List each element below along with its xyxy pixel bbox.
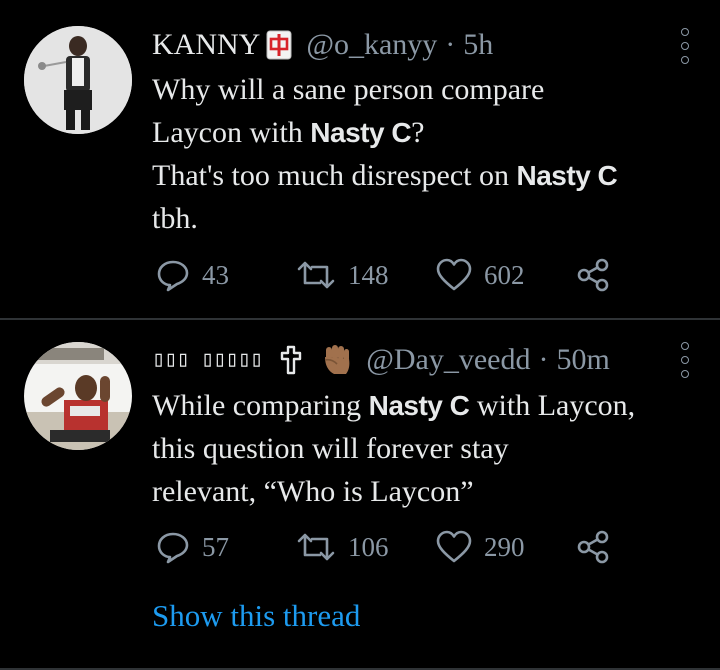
timestamp[interactable]: 5h — [463, 27, 493, 63]
show-thread-link[interactable]: Show this thread — [152, 598, 360, 634]
retweet-count: 148 — [348, 259, 389, 290]
like-count: 290 — [484, 531, 525, 562]
more-options-icon[interactable] — [680, 28, 690, 64]
reply-button[interactable]: 43 — [156, 258, 229, 292]
tweet-card[interactable]: KANNY @o_kanyy · 5h Why will a sane pers… — [0, 0, 720, 318]
reply-bubble-icon — [157, 532, 189, 564]
retweet-arrows-icon — [297, 261, 335, 289]
like-button[interactable]: 602 — [436, 258, 525, 292]
timestamp[interactable]: 50m — [556, 342, 609, 378]
share-nodes-icon — [577, 530, 609, 564]
display-name[interactable]: ▯▯▯ ▯▯▯▯▯ — [152, 342, 263, 378]
avatar[interactable] — [24, 342, 132, 450]
display-name[interactable]: KANNY — [152, 27, 260, 63]
text-segment: with Laycon, — [469, 389, 636, 422]
latin-cross-icon — [280, 345, 302, 375]
text-segment: this question will forever stay — [152, 432, 509, 465]
tweet-text-line: Laycon with Nasty C? — [152, 111, 712, 154]
highlighted-term[interactable]: Nasty C — [369, 390, 470, 421]
tweet-actions: 43 148 602 — [156, 258, 626, 298]
tweet-text-line: That's too much disrespect on Nasty C — [152, 154, 712, 197]
tweet-actions: 57 106 290 — [156, 530, 626, 570]
retweet-count: 106 — [348, 531, 389, 562]
heart-outline-icon — [436, 258, 472, 291]
tweet-text: While comparing Nasty C with Laycon, this… — [152, 384, 712, 513]
like-button[interactable]: 290 — [436, 530, 525, 564]
reply-count: 43 — [202, 259, 229, 290]
share-nodes-icon — [577, 258, 609, 292]
tweet-text-line: While comparing Nasty C with Laycon, — [152, 384, 712, 427]
tweet-text: Why will a sane person compare Laycon wit… — [152, 68, 712, 240]
reply-bubble-icon — [157, 260, 189, 292]
user-handle[interactable]: @o_kanyy — [306, 27, 437, 63]
reply-count: 57 — [202, 531, 229, 562]
text-segment: relevant, “Who is Laycon” — [152, 475, 474, 508]
retweet-arrows-icon — [297, 533, 335, 561]
retweet-button[interactable]: 148 — [296, 258, 389, 292]
tweet-text-line: Why will a sane person compare — [152, 68, 712, 111]
avatar-photo — [24, 342, 132, 450]
heart-outline-icon — [436, 530, 472, 563]
more-options-icon[interactable] — [680, 342, 690, 378]
retweet-button[interactable]: 106 — [296, 530, 389, 564]
raised-fist-icon — [320, 343, 354, 377]
text-segment: While comparing — [152, 389, 369, 422]
mahjong-red-dragon-icon — [264, 30, 294, 60]
share-button[interactable] — [576, 258, 622, 292]
reply-button[interactable]: 57 — [156, 530, 229, 564]
tweet-text-line: tbh. — [152, 197, 712, 240]
user-handle[interactable]: @Day_veedd — [366, 342, 530, 378]
like-count: 602 — [484, 259, 525, 290]
tweet-card[interactable]: ▯▯▯ ▯▯▯▯▯ @Day_veedd · 50m While compari… — [0, 320, 720, 670]
avatar-photo — [24, 26, 132, 134]
highlighted-term[interactable]: Nasty C — [517, 160, 618, 191]
share-button[interactable] — [576, 530, 622, 564]
text-segment: tbh. — [152, 202, 198, 235]
avatar[interactable] — [24, 26, 132, 134]
text-segment: Why will a sane person compare — [152, 73, 545, 106]
tweet-text-line: relevant, “Who is Laycon” — [152, 470, 712, 513]
text-segment: Laycon with — [152, 116, 311, 149]
separator-dot: · — [445, 28, 456, 61]
separator-dot: · — [538, 343, 549, 376]
text-segment: That's too much disrespect on — [152, 159, 517, 192]
text-segment: ? — [411, 116, 425, 149]
tweet-text-line: this question will forever stay — [152, 427, 712, 470]
tweet-header: ▯▯▯ ▯▯▯▯▯ @Day_veedd · 50m — [152, 342, 610, 378]
highlighted-term[interactable]: Nasty C — [310, 117, 411, 148]
tweet-header: KANNY @o_kanyy · 5h — [152, 27, 493, 63]
